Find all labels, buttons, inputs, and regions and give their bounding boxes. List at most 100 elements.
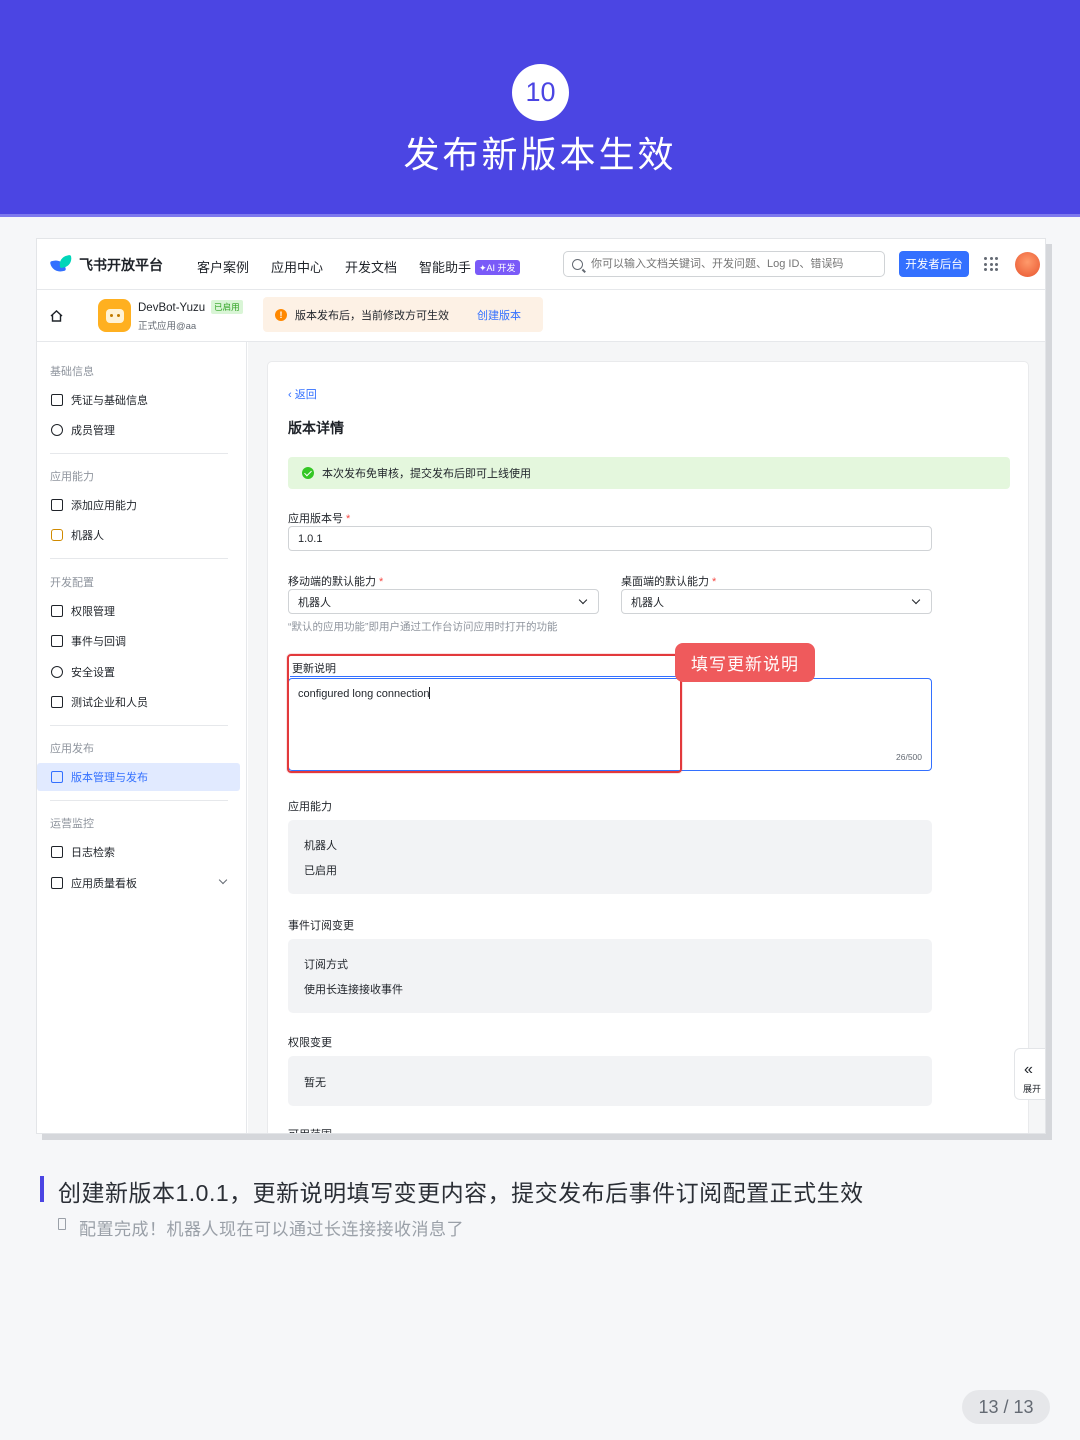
desktop-select-value: 机器人 (631, 596, 664, 609)
sidebar-item-versions[interactable]: 版本管理与发布 (37, 763, 240, 791)
expand-label: 展开 (1023, 1084, 1042, 1094)
sidebar-item-quality[interactable]: 应用质量看板 (37, 869, 240, 897)
feishu-logo-icon (49, 254, 74, 274)
sidebar-divider (50, 453, 228, 454)
sidebar-item-credentials[interactable]: 凭证与基础信息 (37, 386, 240, 414)
sidebar-item-label: 应用质量看板 (71, 878, 137, 890)
sidebar-item-label: 日志检索 (71, 847, 115, 859)
sidebar-item-label: 版本管理与发布 (71, 772, 148, 784)
sidebar-item-bot[interactable]: 机器人 (37, 521, 240, 549)
expand-panel-button[interactable]: « 展开 (1014, 1048, 1046, 1100)
range-section-label: 可用范围 (288, 1126, 332, 1133)
caption-accent-bar (40, 1176, 44, 1202)
mobile-ability-select[interactable]: 机器人 (288, 589, 599, 614)
version-label: 应用版本号 * (288, 513, 351, 525)
event-section-label: 事件订阅变更 (288, 920, 354, 932)
caption-subtitle: 配置完成！机器人现在可以通过长连接接收消息了 (79, 1220, 464, 1239)
page-title: 版本详情 (288, 420, 344, 436)
upload-icon (51, 771, 63, 783)
sidebar-divider (50, 558, 228, 559)
version-input[interactable]: 1.0.1 (288, 526, 932, 551)
ability-info-box: 机器人 已启用 (288, 820, 932, 894)
code-icon (51, 696, 63, 708)
chevron-down-icon (218, 875, 228, 885)
back-label: 返回 (294, 389, 317, 401)
annotation-callout: 填写更新说明 (675, 643, 815, 682)
nav-item-docs[interactable]: 开发文档 (345, 257, 397, 276)
sidebar-item-label: 测试企业和人员 (71, 697, 148, 709)
developer-console-button[interactable]: 开发者后台 (899, 251, 969, 277)
logo-text: 飞书开放平台 (79, 257, 163, 273)
ability-section-label: 应用能力 (288, 801, 332, 813)
app-subtitle: 正式应用@aa (138, 321, 197, 332)
shield-icon (51, 666, 63, 678)
search-icon (572, 258, 583, 270)
banner-divider (0, 214, 1080, 217)
nav-item-app-center[interactable]: 应用中心 (271, 257, 323, 276)
sidebar-item-events[interactable]: 事件与回调 (37, 627, 240, 655)
app-logo (98, 299, 131, 332)
lock-icon (51, 605, 63, 617)
app-name: DevBot-Yuzu 已启用 (138, 300, 243, 314)
user-icon (51, 424, 63, 436)
app-name-text: DevBot-Yuzu (138, 302, 206, 314)
sidebar-item-label: 机器人 (71, 530, 104, 542)
sidebar-item-label: 添加应用能力 (71, 500, 137, 512)
log-search-icon (51, 846, 63, 858)
sidebar-group-ability: 应用能力 (50, 471, 94, 483)
sidebar-group-dev: 开发配置 (50, 577, 94, 589)
sidebar-group-release: 应用发布 (50, 743, 94, 755)
sidebar-item-security[interactable]: 安全设置 (37, 658, 240, 686)
credential-icon (51, 394, 63, 406)
sidebar-item-label: 事件与回调 (71, 636, 126, 648)
home-icon[interactable] (50, 310, 63, 322)
apps-grid-icon[interactable] (984, 257, 998, 271)
search-input[interactable] (591, 258, 871, 270)
chevron-down-icon (911, 595, 921, 605)
warning-icon: ! (275, 308, 287, 321)
version-notice: ! 版本发布后，当前修改方可生效 创建版本 (263, 297, 543, 332)
sidebar-item-label: 权限管理 (71, 606, 115, 618)
create-version-link[interactable]: 创建版本 (477, 307, 521, 323)
info-line: 使用长连接接收事件 (304, 984, 403, 996)
app-context-bar: DevBot-Yuzu 已启用 正式应用@aa ! 版本发布后，当前修改方可生效 … (37, 291, 1045, 342)
success-text: 本次发布免审核，提交发布后即可上线使用 (322, 468, 531, 480)
info-line: 机器人 (304, 840, 337, 852)
caption-title: 创建新版本1.0.1，更新说明填写变更内容，提交发布后事件订阅配置正式生效 (58, 1180, 864, 1206)
sidebar-item-logs[interactable]: 日志检索 (37, 838, 240, 866)
highlight-box (287, 654, 682, 773)
mobile-ability-label: 移动端的默认能力 * (288, 576, 384, 588)
sidebar-divider (50, 725, 228, 726)
top-navigation: 飞书开放平台 客户案例 应用中心 开发文档 智能助手✦AI 开发 开发者后台 (37, 239, 1045, 290)
chart-icon (51, 877, 63, 889)
event-icon (51, 635, 63, 647)
nav-item-cases[interactable]: 客户案例 (197, 257, 249, 276)
user-avatar[interactable] (1015, 252, 1040, 277)
sidebar-item-permissions[interactable]: 权限管理 (37, 597, 240, 625)
permission-section-label: 权限变更 (288, 1037, 332, 1049)
info-line: 已启用 (304, 865, 337, 877)
platform-logo[interactable]: 飞书开放平台 (49, 254, 163, 275)
desktop-ability-select[interactable]: 机器人 (621, 589, 932, 614)
success-alert: 本次发布免审核，提交发布后即可上线使用 (288, 457, 1010, 489)
sidebar-item-label: 凭证与基础信息 (71, 395, 148, 407)
back-link[interactable]: ‹ 返回 (288, 386, 317, 402)
version-label-text: 应用版本号 (288, 513, 343, 525)
step-number-badge: 10 (512, 64, 569, 121)
search-box[interactable] (563, 251, 885, 277)
nav-item-assistant-label: 智能助手 (419, 260, 472, 275)
sidebar-group-basic: 基础信息 (50, 366, 94, 378)
desktop-label-text: 桌面端的默认能力 (621, 576, 709, 588)
sidebar-item-add-ability[interactable]: 添加应用能力 (37, 491, 240, 519)
double-chevron-left-icon: « (1024, 1061, 1033, 1078)
sidebar-item-label: 安全设置 (71, 667, 115, 679)
sidebar-item-label: 成员管理 (71, 425, 115, 437)
nav-item-assistant[interactable]: 智能助手 ✦AI 开发 (419, 257, 520, 276)
mobile-label-text: 移动端的默认能力 (288, 576, 376, 588)
desktop-ability-label: 桌面端的默认能力 * (621, 576, 717, 588)
sidebar-item-test-orgs[interactable]: 测试企业和人员 (37, 688, 240, 716)
robot-icon (105, 308, 124, 323)
page-indicator: 13 / 13 (962, 1390, 1050, 1424)
info-line: 订阅方式 (304, 959, 348, 971)
sidebar-item-members[interactable]: 成员管理 (37, 416, 240, 444)
